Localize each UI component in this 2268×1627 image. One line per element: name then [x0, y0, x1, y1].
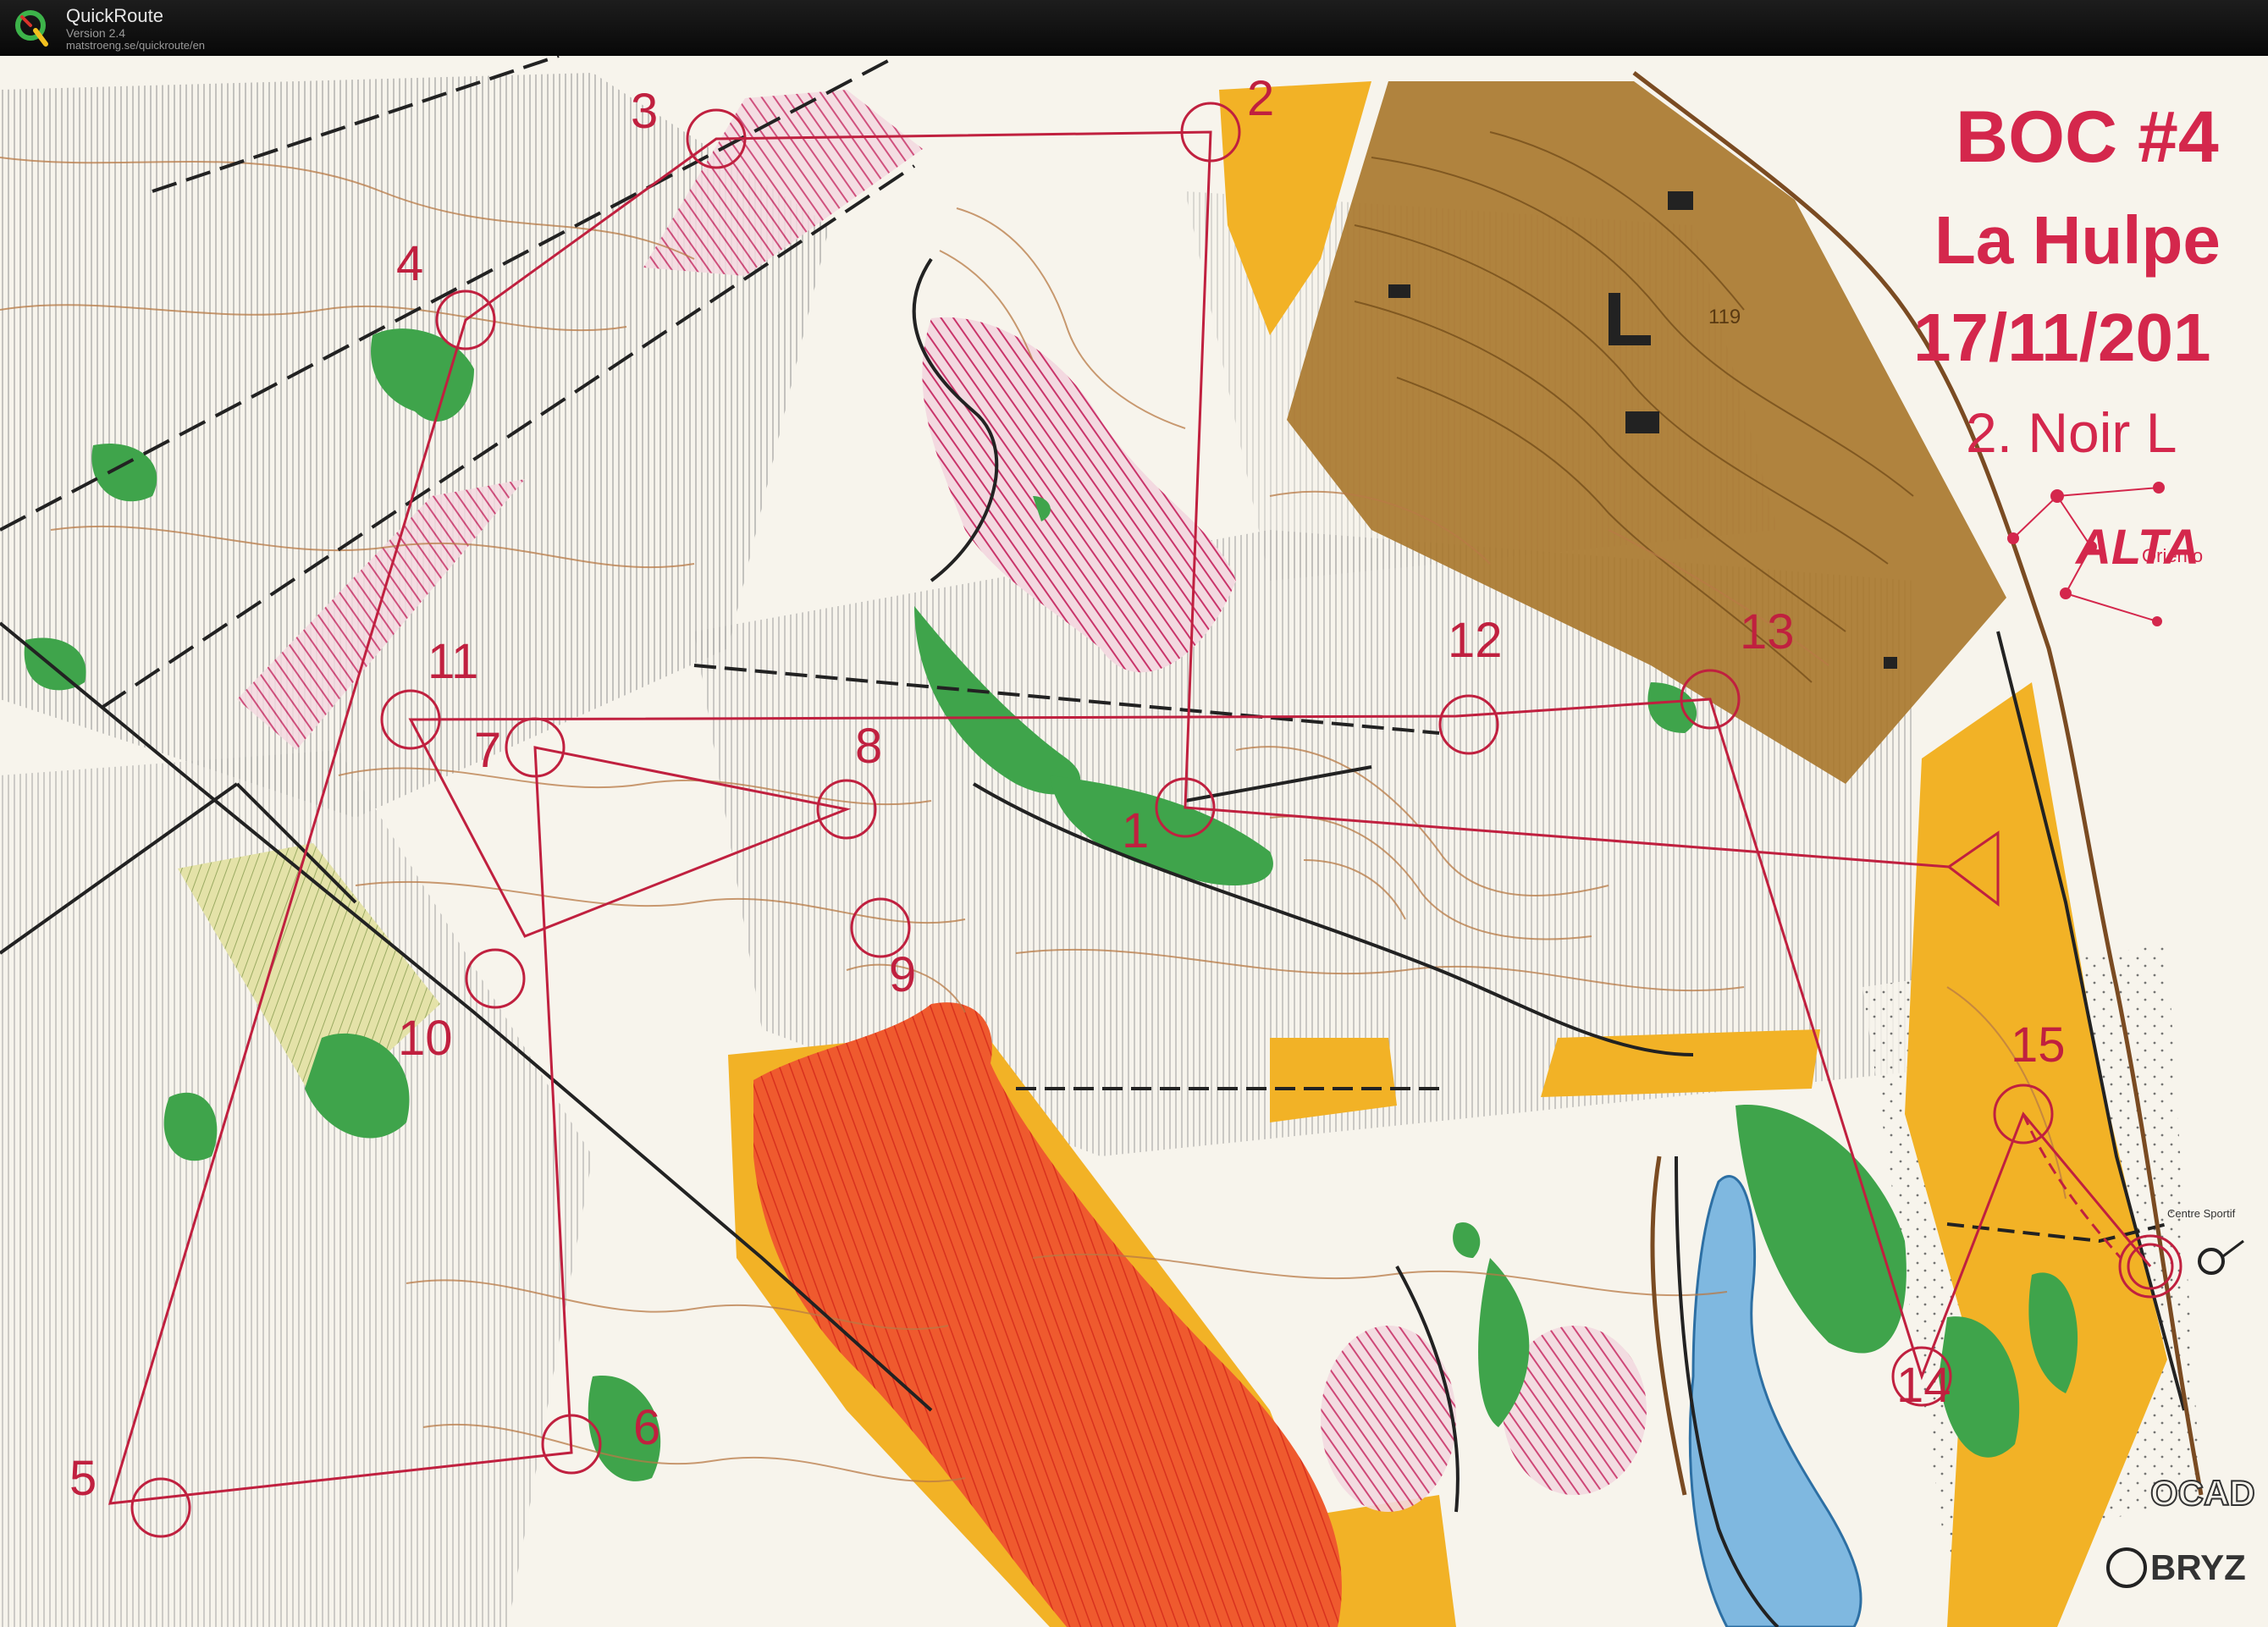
control-number-9: 9 [889, 947, 916, 1002]
sponsor-bryz: BRYZ [2150, 1547, 2246, 1587]
control-number-2: 2 [1247, 71, 1274, 126]
control-number-4: 4 [396, 236, 423, 291]
app-titlebar: QuickRoute Version 2.4 matstroeng.se/qui… [0, 0, 2268, 57]
control-number-8: 8 [855, 719, 882, 774]
event-place: La Hulpe [1934, 202, 2221, 278]
app-name: QuickRoute [66, 5, 163, 26]
control-number-11: 11 [428, 634, 478, 689]
control-number-14: 14 [1896, 1358, 1951, 1413]
control-number-10: 10 [398, 1011, 453, 1066]
control-number-1: 1 [1122, 803, 1149, 858]
control-number-5: 5 [69, 1451, 97, 1506]
app-version: Version 2.4 [66, 26, 126, 40]
quickroute-logo-icon [15, 10, 48, 47]
app-url-link[interactable]: matstroeng.se/quickroute/en [66, 39, 205, 52]
control-number-12: 12 [1448, 613, 1503, 668]
event-title: BOC #4 [1956, 97, 2219, 178]
control-number-13: 13 [1740, 604, 1795, 659]
spot-height-label: 119 [1708, 306, 1741, 328]
road-label: Centre Sportif [2167, 1207, 2236, 1220]
event-date: 17/11/201 [1913, 300, 2210, 375]
control-number-7: 7 [474, 723, 501, 778]
control-number-6: 6 [633, 1400, 660, 1455]
course-name: 2. Noir L [1966, 401, 2177, 464]
control-number-15: 15 [2011, 1018, 2066, 1073]
orienteering-map[interactable]: 1234567 891011 12 131415 BOC #4 La Hulpe 17… [0, 56, 2268, 1627]
club-logo-subtext: Oriento [2142, 545, 2203, 566]
sponsor-ocad: OCAD [2150, 1473, 2255, 1513]
control-number-3: 3 [631, 84, 658, 139]
